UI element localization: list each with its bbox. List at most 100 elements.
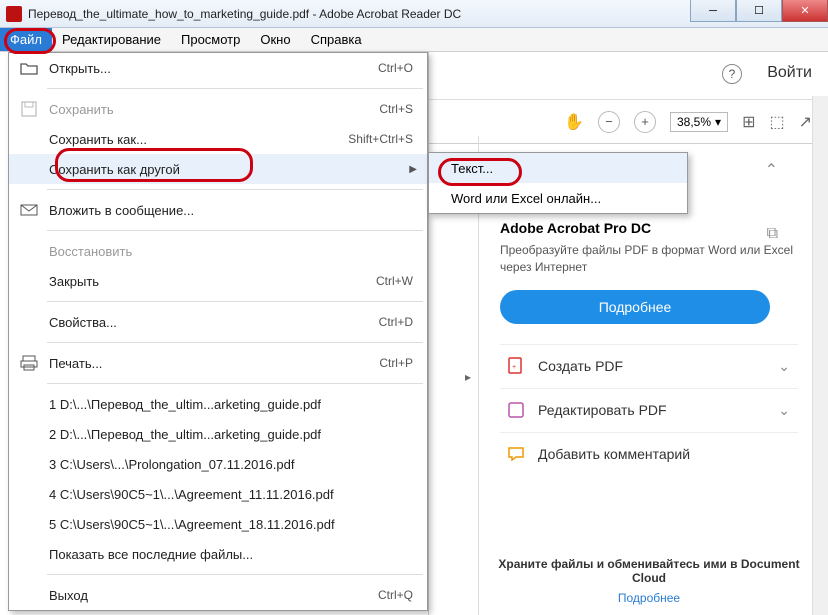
menu-recent-4-label: 4 C:\Users\90C5~1\...\Agreement_11.11.20… bbox=[49, 487, 413, 502]
zoom-value: 38,5% bbox=[677, 115, 711, 129]
separator bbox=[47, 301, 423, 302]
menu-recent-2-label: 2 D:\...\Перевод_the_ultim...arketing_gu… bbox=[49, 427, 413, 442]
fit-page-icon[interactable]: ⬚ bbox=[769, 112, 784, 132]
zoom-in-button[interactable]: + bbox=[634, 111, 656, 133]
menu-print[interactable]: Печать... Ctrl+P bbox=[9, 348, 427, 378]
edit-pdf-row[interactable]: Редактировать PDF ⌄ bbox=[500, 388, 798, 432]
envelope-icon bbox=[17, 204, 41, 216]
window-titlebar: Перевод_the_ultimate_how_to_marketing_gu… bbox=[0, 0, 828, 28]
zoom-level[interactable]: 38,5% ▾ bbox=[670, 112, 728, 132]
menu-attach-label: Вложить в сообщение... bbox=[49, 203, 413, 218]
submenu-arrow-icon: ▶ bbox=[409, 164, 417, 175]
submenu-text-label: Текст... bbox=[451, 161, 493, 176]
menu-save-label: Сохранить bbox=[49, 102, 379, 117]
vertical-scrollbar[interactable] bbox=[812, 96, 828, 615]
tools-panel: Adobe Acrobat Pro DC Преобразуйте файлы … bbox=[500, 220, 798, 476]
menu-exit[interactable]: Выход Ctrl+Q bbox=[9, 580, 427, 610]
menu-save-as[interactable]: Сохранить как... Shift+Ctrl+S bbox=[9, 124, 427, 154]
fit-width-icon[interactable]: ⊞ bbox=[742, 112, 755, 132]
menu-recent-1[interactable]: 1 D:\...\Перевод_the_ultim...arketing_gu… bbox=[9, 389, 427, 419]
folder-open-icon bbox=[17, 61, 41, 75]
menu-window[interactable]: Окно bbox=[250, 28, 300, 51]
menu-close-shortcut: Ctrl+W bbox=[376, 274, 413, 288]
menu-edit[interactable]: Редактирование bbox=[52, 28, 171, 51]
menu-show-all-label: Показать все последние файлы... bbox=[49, 547, 413, 562]
app-icon bbox=[6, 6, 22, 22]
menu-recent-4[interactable]: 4 C:\Users\90C5~1\...\Agreement_11.11.20… bbox=[9, 479, 427, 509]
menu-restore-label: Восстановить bbox=[49, 244, 413, 259]
minimize-button[interactable]: ─ bbox=[690, 0, 736, 22]
comment-icon bbox=[506, 444, 526, 464]
menu-view[interactable]: Просмотр bbox=[171, 28, 250, 51]
menu-recent-3-label: 3 C:\Users\...\Prolongation_07.11.2016.p… bbox=[49, 457, 413, 472]
save-as-other-submenu: Текст... Word или Excel онлайн... bbox=[428, 152, 688, 214]
menu-print-shortcut: Ctrl+P bbox=[379, 356, 413, 370]
add-comment-row[interactable]: Добавить комментарий bbox=[500, 432, 798, 476]
separator bbox=[47, 383, 423, 384]
menu-properties[interactable]: Свойства... Ctrl+D bbox=[9, 307, 427, 337]
help-icon[interactable]: ? bbox=[722, 64, 742, 84]
menu-restore: Восстановить bbox=[9, 236, 427, 266]
menu-open-shortcut: Ctrl+O bbox=[378, 61, 413, 75]
menu-recent-1-label: 1 D:\...\Перевод_the_ultim...arketing_gu… bbox=[49, 397, 413, 412]
menu-save-as-label: Сохранить как... bbox=[49, 132, 348, 147]
menu-save-as-other[interactable]: Сохранить как другой ▶ bbox=[9, 154, 427, 184]
menu-save-shortcut: Ctrl+S bbox=[379, 102, 413, 116]
add-comment-label: Добавить комментарий bbox=[538, 446, 690, 462]
hand-tool-icon[interactable]: ✋ bbox=[564, 112, 584, 132]
menu-recent-5-label: 5 C:\Users\90C5~1\...\Agreement_18.11.20… bbox=[49, 517, 413, 532]
menu-close-doc[interactable]: Закрыть Ctrl+W bbox=[9, 266, 427, 296]
menu-properties-label: Свойства... bbox=[49, 315, 379, 330]
collapse-chevron-icon[interactable]: ⌃ bbox=[765, 160, 778, 180]
menu-open[interactable]: Открыть... Ctrl+O bbox=[9, 53, 427, 83]
create-pdf-icon: + bbox=[506, 356, 526, 376]
separator bbox=[47, 230, 423, 231]
menu-open-label: Открыть... bbox=[49, 61, 378, 76]
footer-text: Храните файлы и обменивайтесь ими в Docu… bbox=[490, 557, 808, 585]
svg-text:+: + bbox=[512, 364, 516, 371]
printer-icon bbox=[17, 355, 41, 371]
menu-save: Сохранить Ctrl+S bbox=[9, 94, 427, 124]
save-icon bbox=[17, 101, 41, 117]
footer-link[interactable]: Подробнее bbox=[618, 591, 680, 605]
file-menu-dropdown: Открыть... Ctrl+O Сохранить Ctrl+S Сохра… bbox=[8, 52, 428, 611]
create-pdf-row[interactable]: + Создать PDF ⌄ bbox=[500, 344, 798, 388]
menu-properties-shortcut: Ctrl+D bbox=[379, 315, 413, 329]
create-pdf-label: Создать PDF bbox=[538, 358, 623, 374]
export-title: Adobe Acrobat Pro DC bbox=[500, 220, 798, 236]
menu-attach-email[interactable]: Вложить в сообщение... bbox=[9, 195, 427, 225]
chevron-down-icon: ⌄ bbox=[778, 402, 790, 419]
menu-save-as-shortcut: Shift+Ctrl+S bbox=[348, 132, 413, 146]
menu-recent-5[interactable]: 5 C:\Users\90C5~1\...\Agreement_18.11.20… bbox=[9, 509, 427, 539]
separator bbox=[47, 342, 423, 343]
cloud-footer: Храните файлы и обменивайтесь ими в Docu… bbox=[490, 557, 808, 605]
menu-help[interactable]: Справка bbox=[301, 28, 372, 51]
login-link[interactable]: Войти bbox=[767, 64, 812, 82]
maximize-button[interactable]: ☐ bbox=[736, 0, 782, 22]
copy-icon[interactable]: ⧉ bbox=[767, 225, 778, 243]
menu-show-all-recent[interactable]: Показать все последние файлы... bbox=[9, 539, 427, 569]
close-window-button[interactable]: ✕ bbox=[782, 0, 828, 22]
export-pdf-card: Adobe Acrobat Pro DC Преобразуйте файлы … bbox=[500, 220, 798, 324]
separator bbox=[47, 88, 423, 89]
edit-pdf-icon bbox=[506, 400, 526, 420]
separator bbox=[47, 189, 423, 190]
chevron-down-icon: ▾ bbox=[715, 115, 721, 129]
share-icon[interactable]: ↗ bbox=[799, 112, 812, 132]
learn-more-button[interactable]: Подробнее bbox=[500, 290, 770, 324]
edit-pdf-label: Редактировать PDF bbox=[538, 402, 667, 418]
menu-recent-3[interactable]: 3 C:\Users\...\Prolongation_07.11.2016.p… bbox=[9, 449, 427, 479]
submenu-word-excel[interactable]: Word или Excel онлайн... bbox=[429, 183, 687, 213]
menu-file[interactable]: Файл bbox=[0, 28, 52, 51]
export-desc: Преобразуйте файлы PDF в формат Word или… bbox=[500, 242, 798, 276]
chevron-down-icon: ⌄ bbox=[778, 358, 790, 375]
submenu-word-excel-label: Word или Excel онлайн... bbox=[451, 191, 601, 206]
menu-save-as-other-label: Сохранить как другой bbox=[49, 162, 413, 177]
panel-collapse-icon[interactable]: ▸ bbox=[465, 370, 471, 384]
separator bbox=[47, 574, 423, 575]
menu-recent-2[interactable]: 2 D:\...\Перевод_the_ultim...arketing_gu… bbox=[9, 419, 427, 449]
submenu-text[interactable]: Текст... bbox=[429, 153, 687, 183]
zoom-out-button[interactable]: − bbox=[598, 111, 620, 133]
zoom-toolbar: ✋ − + 38,5% ▾ ⊞ ⬚ ↗ bbox=[429, 100, 828, 144]
menu-close-label: Закрыть bbox=[49, 274, 376, 289]
